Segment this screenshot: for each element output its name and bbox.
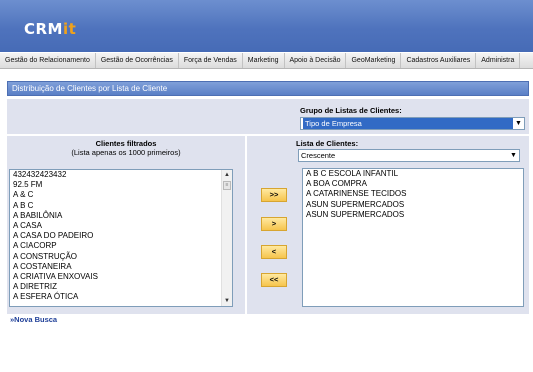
list-item[interactable]: A CATARINENSE TECIDOS — [303, 189, 523, 199]
lista-label: Lista de Clientes: — [296, 139, 359, 148]
menu-item-apoio-decisao[interactable]: Apoio à Decisão — [285, 53, 347, 68]
main-menu: Gestão do Relacionamento Gestão de Ocorrê… — [0, 52, 533, 69]
filtered-subtitle: (Lista apenas os 1000 primeiros) — [71, 148, 181, 157]
menu-item-cadastros[interactable]: Cadastros Auxiliares — [401, 53, 477, 68]
list-item[interactable]: A B C — [10, 201, 232, 211]
panel-title: Distribuição de Clientes por Lista de Cl… — [7, 81, 529, 96]
filtered-clients-list[interactable]: 432432423432 92.5 FM A & C A B C A BABIL… — [9, 169, 233, 307]
menu-item-forca-vendas[interactable]: Força de Vendas — [179, 53, 243, 68]
list-item[interactable]: A B C ESCOLA INFANTIL — [303, 169, 523, 179]
list-clients-list[interactable]: A B C ESCOLA INFANTIL A BOA COMPRA A CAT… — [302, 168, 524, 307]
list-item[interactable]: 92.5 FM — [10, 180, 232, 190]
lista-select[interactable]: Crescente ▼ — [298, 149, 520, 162]
filtered-title: Clientes filtrados — [95, 139, 157, 148]
list-item[interactable]: A BOA COMPRA — [303, 179, 523, 189]
list-item[interactable]: A BABILÔNIA — [10, 211, 232, 221]
remove-all-button[interactable]: << — [261, 273, 287, 287]
list-item[interactable]: A & C — [10, 190, 232, 200]
menu-item-marketing[interactable]: Marketing — [243, 53, 285, 68]
list-item[interactable]: ASUN SUPERMERCADOS — [303, 210, 523, 220]
menu-item-ocorrencias[interactable]: Gestão de Ocorrências — [96, 53, 179, 68]
crmit-logo[interactable]: CRMit — [24, 20, 76, 38]
menu-item-geomarketing[interactable]: GeoMarketing — [346, 53, 402, 68]
group-select-value: Tipo de Empresa — [303, 118, 513, 129]
divider — [245, 136, 247, 314]
panel-body: Grupo de Listas de Clientes: Tipo de Emp… — [7, 99, 529, 314]
list-item[interactable]: 432432423432 — [10, 170, 232, 180]
app-header: CRMit — [0, 0, 533, 52]
list-item[interactable]: A ESFERA ÓTICA — [10, 292, 232, 302]
list-item[interactable]: A CASA — [10, 221, 232, 231]
list-item[interactable]: ASUN SUPERMERCADOS — [303, 200, 523, 210]
remove-button[interactable]: < — [261, 245, 287, 259]
logo-accent: it — [63, 20, 77, 38]
add-all-button[interactable]: >> — [261, 188, 287, 202]
list-item[interactable]: A CASA DO PADEIRO — [10, 231, 232, 241]
scroll-thumb[interactable]: ≡ — [223, 181, 231, 190]
chevron-down-icon: ▼ — [508, 150, 519, 161]
list-item[interactable]: A COSTANEIRA — [10, 262, 232, 272]
group-label: Grupo de Listas de Clientes: — [300, 106, 402, 115]
scrollbar[interactable]: ▲ ≡ ▼ — [221, 170, 232, 306]
lista-select-value: Crescente — [301, 151, 336, 160]
distribution-panel: Distribuição de Clientes por Lista de Cl… — [7, 81, 529, 329]
list-item[interactable]: A CRIATIVA ENXOVAIS — [10, 272, 232, 282]
scroll-up-icon[interactable]: ▲ — [222, 170, 232, 180]
nova-busca-link[interactable]: »Nova Busca — [10, 315, 57, 324]
list-item[interactable]: A CIACORP — [10, 241, 232, 251]
scroll-down-icon[interactable]: ▼ — [222, 296, 232, 306]
list-item[interactable]: A CONSTRUÇÃO — [10, 252, 232, 262]
logo-text: CRM — [24, 20, 63, 38]
add-button[interactable]: > — [261, 217, 287, 231]
menu-item-relacionamento[interactable]: Gestão do Relacionamento — [0, 53, 96, 68]
chevron-down-icon: ▼ — [513, 118, 524, 129]
menu-item-administracao[interactable]: Administra — [476, 53, 521, 68]
divider — [7, 134, 529, 136]
group-select[interactable]: Tipo de Empresa ▼ — [300, 117, 525, 130]
list-item[interactable]: A DIRETRIZ — [10, 282, 232, 292]
